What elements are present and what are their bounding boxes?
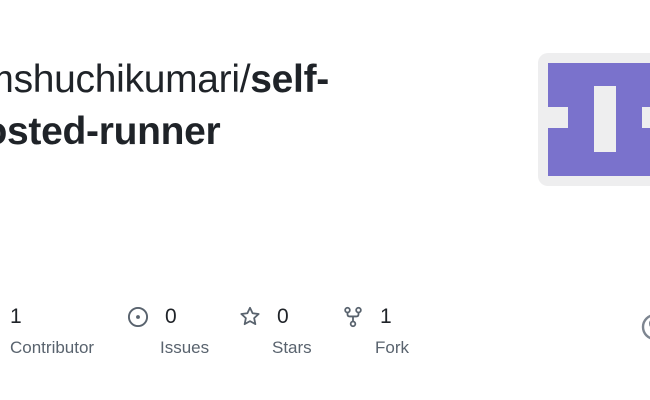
repo-forked-icon	[344, 306, 362, 328]
stars-label: Stars	[272, 338, 312, 357]
forks-label: Fork	[375, 338, 409, 357]
issues-stat: 0 Issues	[127, 300, 209, 358]
contributors-stat: 1 Contributor	[10, 300, 94, 358]
repo-title: amshuchikumari/self- hosted-runner	[0, 54, 480, 158]
stars-stat: 0 Stars	[239, 300, 312, 358]
contributors-count: 1	[10, 305, 22, 328]
issue-opened-icon	[127, 306, 149, 328]
forks-stat: 1 Fork	[342, 300, 409, 358]
repo-name-part-1: self-	[250, 58, 329, 101]
identicon	[548, 63, 650, 176]
repo-social-card: amshuchikumari/self- hosted-runner 1 Con…	[0, 0, 650, 400]
owner-avatar	[538, 53, 650, 186]
contributors-label: Contributor	[10, 338, 95, 357]
issues-label: Issues	[160, 338, 210, 357]
github-logo-icon	[641, 314, 650, 340]
repo-owner: amshuchikumari	[0, 58, 240, 101]
stars-count: 0	[277, 305, 289, 328]
star-icon	[240, 306, 260, 326]
forks-count: 1	[380, 305, 392, 328]
repo-separator: /	[239, 58, 251, 101]
repo-stats: 1 Contributor 0 Issues 0 Stars 1 Fork	[0, 300, 650, 360]
issues-count: 0	[165, 305, 177, 328]
repo-name-part-2: hosted-runner	[0, 110, 221, 153]
